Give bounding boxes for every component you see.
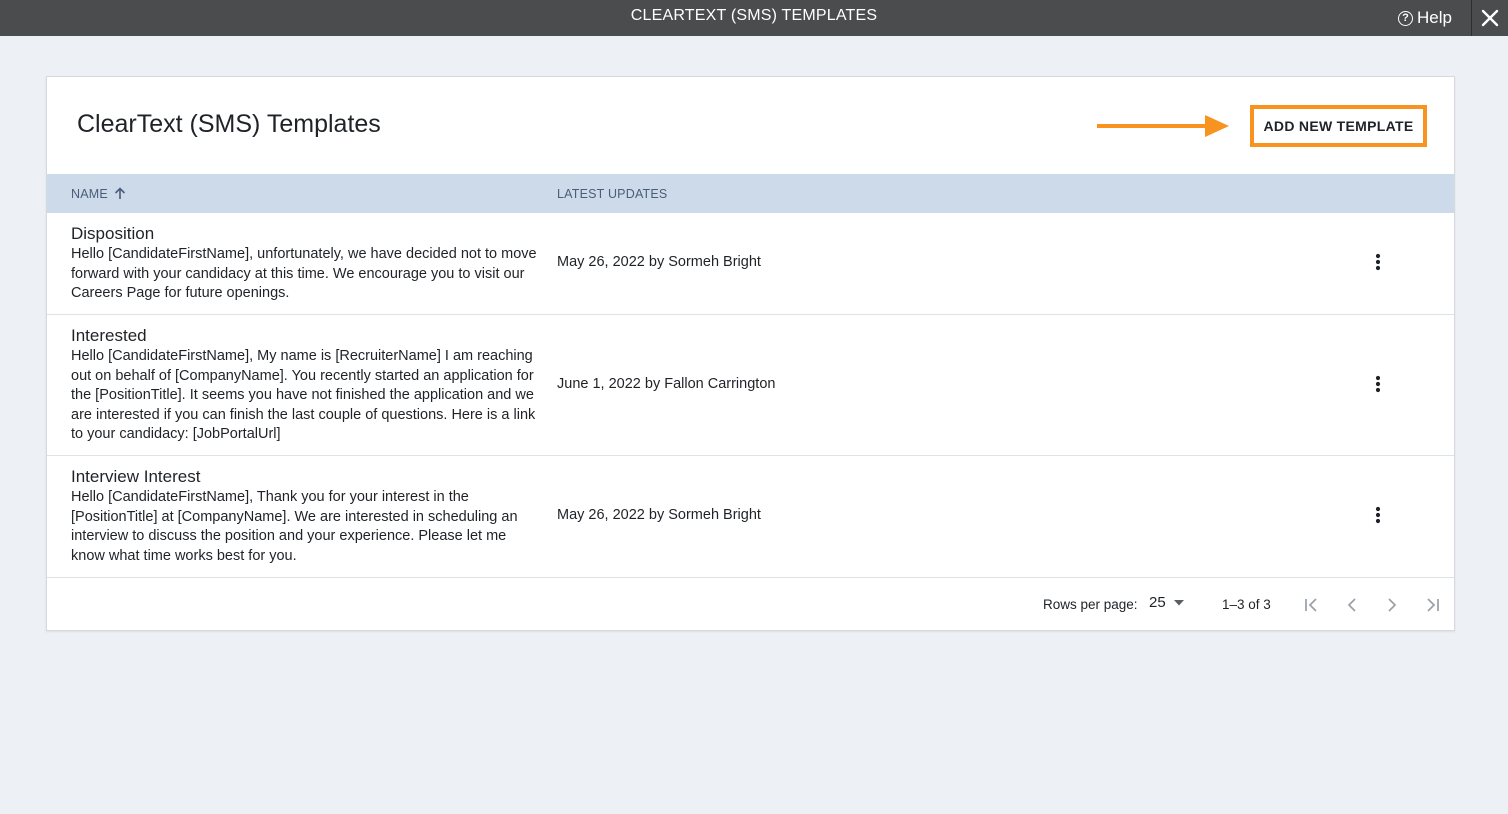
- last-page-button[interactable]: [1421, 594, 1443, 616]
- chevron-right-icon: [1388, 598, 1397, 612]
- page-title: ClearText (SMS) Templates: [77, 110, 381, 138]
- rows-per-page-label: Rows per page:: [1043, 597, 1138, 612]
- template-latest-update: June 1, 2022 by Fallon Carrington: [557, 376, 776, 392]
- template-latest-update: May 26, 2022 by Sormeh Bright: [557, 507, 761, 523]
- template-body: Hello [CandidateFirstName], unfortunatel…: [71, 246, 537, 302]
- template-latest-update: May 26, 2022 by Sormeh Bright: [557, 254, 761, 270]
- more-vertical-icon: [1375, 253, 1381, 271]
- help-label: Help: [1417, 8, 1452, 27]
- window-title: CLEARTEXT (SMS) TEMPLATES: [630, 7, 878, 24]
- caret-down-icon: [1173, 599, 1184, 605]
- close-icon: [1481, 9, 1499, 27]
- column-header-latest-updates[interactable]: LATEST UPDATES: [557, 174, 667, 213]
- help-link[interactable]: ? Help: [1398, 0, 1452, 36]
- table-row[interactable]: Disposition Hello [CandidateFirstName], …: [47, 213, 1454, 315]
- table-pagination: Rows per page: 25 1–3 of 3: [47, 578, 1454, 631]
- close-button[interactable]: [1471, 0, 1508, 36]
- table-header: NAME LATEST UPDATES: [47, 174, 1454, 213]
- arrow-right-icon: [1097, 115, 1229, 137]
- first-page-icon: [1305, 598, 1317, 612]
- question-circle-icon: ?: [1398, 10, 1414, 26]
- next-page-button[interactable]: [1381, 594, 1403, 616]
- table-row[interactable]: Interested Hello [CandidateFirstName], M…: [47, 315, 1454, 456]
- templates-card: ClearText (SMS) Templates ADD NEW TEMPLA…: [46, 76, 1455, 631]
- table-row[interactable]: Interview Interest Hello [CandidateFirst…: [47, 456, 1454, 578]
- template-name: Interview Interest: [71, 467, 201, 486]
- row-menu-button[interactable]: [1367, 251, 1389, 273]
- more-vertical-icon: [1375, 375, 1381, 393]
- row-menu-button[interactable]: [1367, 373, 1389, 395]
- last-page-icon: [1427, 598, 1439, 612]
- row-menu-button[interactable]: [1367, 504, 1389, 526]
- column-header-name-label: NAME: [71, 186, 108, 201]
- first-page-button[interactable]: [1301, 594, 1323, 616]
- window-title-bar: CLEARTEXT (SMS) TEMPLATES ? Help: [0, 0, 1508, 36]
- column-header-name[interactable]: NAME: [71, 174, 126, 213]
- rows-per-page-value: 25: [1149, 594, 1166, 611]
- previous-page-button[interactable]: [1341, 594, 1363, 616]
- add-new-template-button[interactable]: ADD NEW TEMPLATE: [1250, 105, 1427, 147]
- pagination-range: 1–3 of 3: [1222, 597, 1271, 612]
- template-body: Hello [CandidateFirstName], My name is […: [71, 348, 536, 443]
- rows-per-page-select[interactable]: 25: [1149, 594, 1184, 611]
- column-header-latest-updates-label: LATEST UPDATES: [557, 186, 668, 201]
- more-vertical-icon: [1375, 506, 1381, 524]
- template-body: Hello [CandidateFirstName], Thank you fo…: [71, 489, 518, 564]
- template-name: Interested: [71, 326, 147, 345]
- arrow-up-icon: [114, 187, 125, 199]
- chevron-left-icon: [1347, 598, 1356, 612]
- template-name: Disposition: [71, 224, 155, 243]
